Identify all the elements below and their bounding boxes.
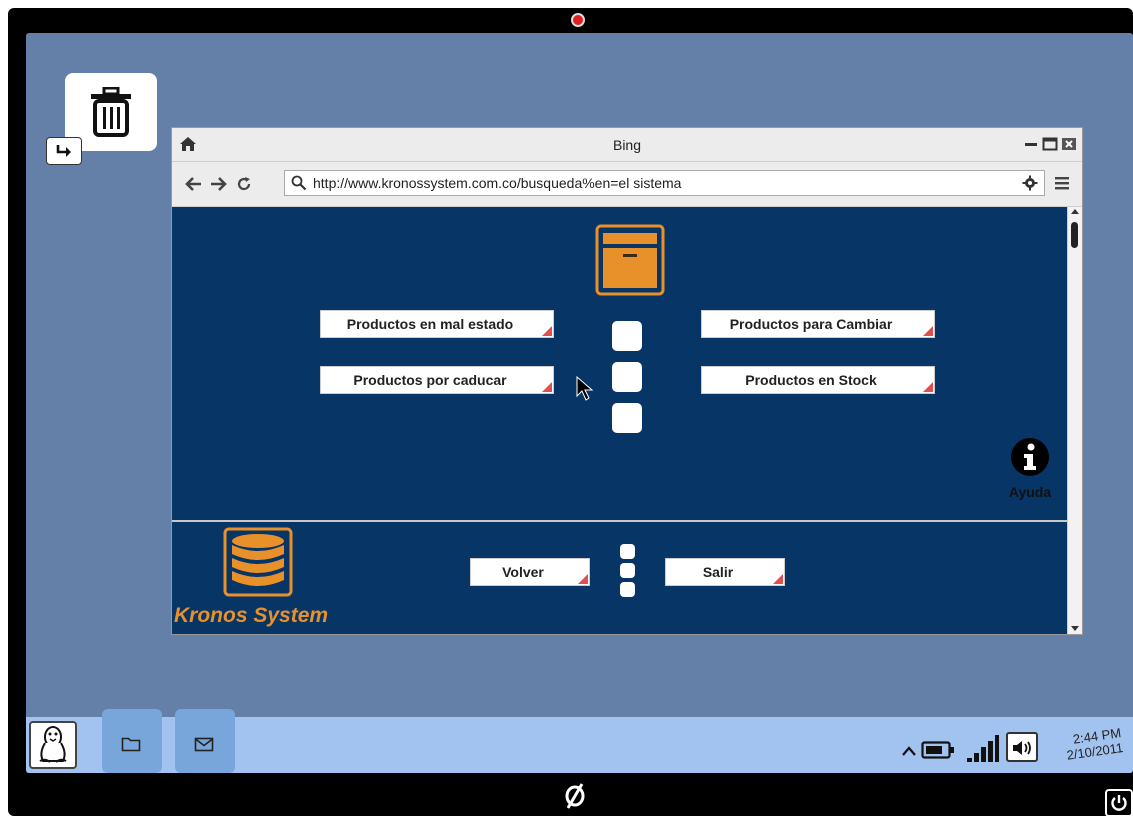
scroll-down-arrow[interactable]	[1071, 626, 1079, 631]
chevron-up-icon[interactable]	[901, 745, 917, 757]
taskbar: 2:44 PM 2/10/2011	[26, 709, 1133, 773]
button-productos-caducar[interactable]: Productos por caducar	[320, 366, 554, 394]
help-label: Ayuda	[1008, 484, 1052, 500]
link-corner-icon	[542, 382, 552, 392]
url-input[interactable]	[313, 174, 1003, 192]
button-label: Productos en mal estado	[346, 316, 514, 332]
power-icon	[1111, 795, 1127, 811]
reload-icon[interactable]	[236, 176, 252, 192]
gear-icon[interactable]	[1022, 175, 1038, 191]
signal-icon[interactable]	[966, 733, 1000, 763]
close-icon[interactable]	[1061, 137, 1077, 151]
taskbar-folder-button[interactable]	[102, 709, 162, 773]
button-productos-mal-estado[interactable]: Productos en mal estado	[320, 310, 554, 338]
menu-square-2	[610, 360, 644, 394]
footer-square-3	[620, 582, 635, 597]
vertical-scrollbar[interactable]	[1067, 207, 1082, 634]
desktop-screen: Bing http://www.kronossystem.com.co/busq…	[26, 33, 1133, 773]
device-frame: Bing http://www.kronossystem.com.co/busq…	[8, 8, 1133, 817]
footer-square-2	[620, 563, 635, 578]
minimize-icon[interactable]	[1023, 137, 1039, 151]
back-arrow-icon[interactable]	[184, 176, 202, 192]
link-corner-icon	[773, 574, 783, 584]
mail-icon	[194, 737, 214, 752]
scroll-up-arrow[interactable]	[1071, 209, 1079, 214]
button-label: Productos para Cambiar	[729, 316, 893, 332]
tux-icon	[39, 726, 67, 763]
menu-icon[interactable]	[1054, 175, 1070, 191]
url-field[interactable]	[284, 170, 1045, 196]
trash-icon	[91, 87, 131, 137]
exit-button[interactable]: Salir	[665, 558, 785, 586]
button-productos-stock[interactable]: Productos en Stock	[701, 366, 935, 394]
link-corner-icon	[923, 326, 933, 336]
camera-indicator	[571, 13, 585, 27]
footer-square-1	[620, 544, 635, 559]
link-corner-icon	[578, 574, 588, 584]
database-icon	[223, 527, 293, 597]
taskbar-mail-button[interactable]	[175, 709, 235, 773]
button-label: Salir	[702, 564, 734, 580]
help-button[interactable]: Ayuda	[1004, 437, 1056, 500]
back-button[interactable]: Volver	[470, 558, 590, 586]
brand-name: Kronos System	[174, 604, 329, 627]
brand-logo-icon	[565, 783, 585, 809]
power-button[interactable]	[1105, 789, 1133, 817]
system-clock[interactable]: 2:44 PM 2/10/2011	[1049, 725, 1124, 765]
button-label: Productos por caducar	[353, 372, 507, 388]
maximize-icon[interactable]	[1042, 137, 1058, 151]
battery-icon[interactable]	[921, 741, 955, 759]
shortcut-badge	[46, 137, 82, 165]
shortcut-arrow-icon	[56, 145, 71, 157]
button-label: Productos en Stock	[745, 372, 877, 388]
section-divider	[172, 520, 1067, 522]
button-label: Volver	[502, 564, 544, 580]
folder-icon	[121, 737, 141, 752]
cursor-icon	[576, 376, 594, 401]
link-corner-icon	[542, 326, 552, 336]
scroll-thumb[interactable]	[1071, 222, 1078, 248]
forward-arrow-icon[interactable]	[210, 176, 228, 192]
browser-window: Bing http://www.kronossystem.com.co/busq…	[171, 127, 1083, 635]
info-icon	[1011, 438, 1049, 476]
button-productos-cambiar[interactable]: Productos para Cambiar	[701, 310, 935, 338]
address-bar	[172, 162, 1082, 207]
start-button[interactable]	[29, 721, 77, 769]
search-icon	[291, 175, 307, 191]
menu-square-1	[610, 319, 644, 353]
menu-square-3	[610, 401, 644, 435]
speaker-icon	[1013, 741, 1031, 755]
page-content: Productos en mal estado Productos por ca…	[172, 207, 1067, 634]
window-title: Bing	[612, 137, 642, 153]
volume-button[interactable]	[1006, 732, 1038, 762]
title-bar: Bing	[172, 128, 1082, 162]
archive-box-icon	[595, 224, 665, 296]
link-corner-icon	[923, 382, 933, 392]
